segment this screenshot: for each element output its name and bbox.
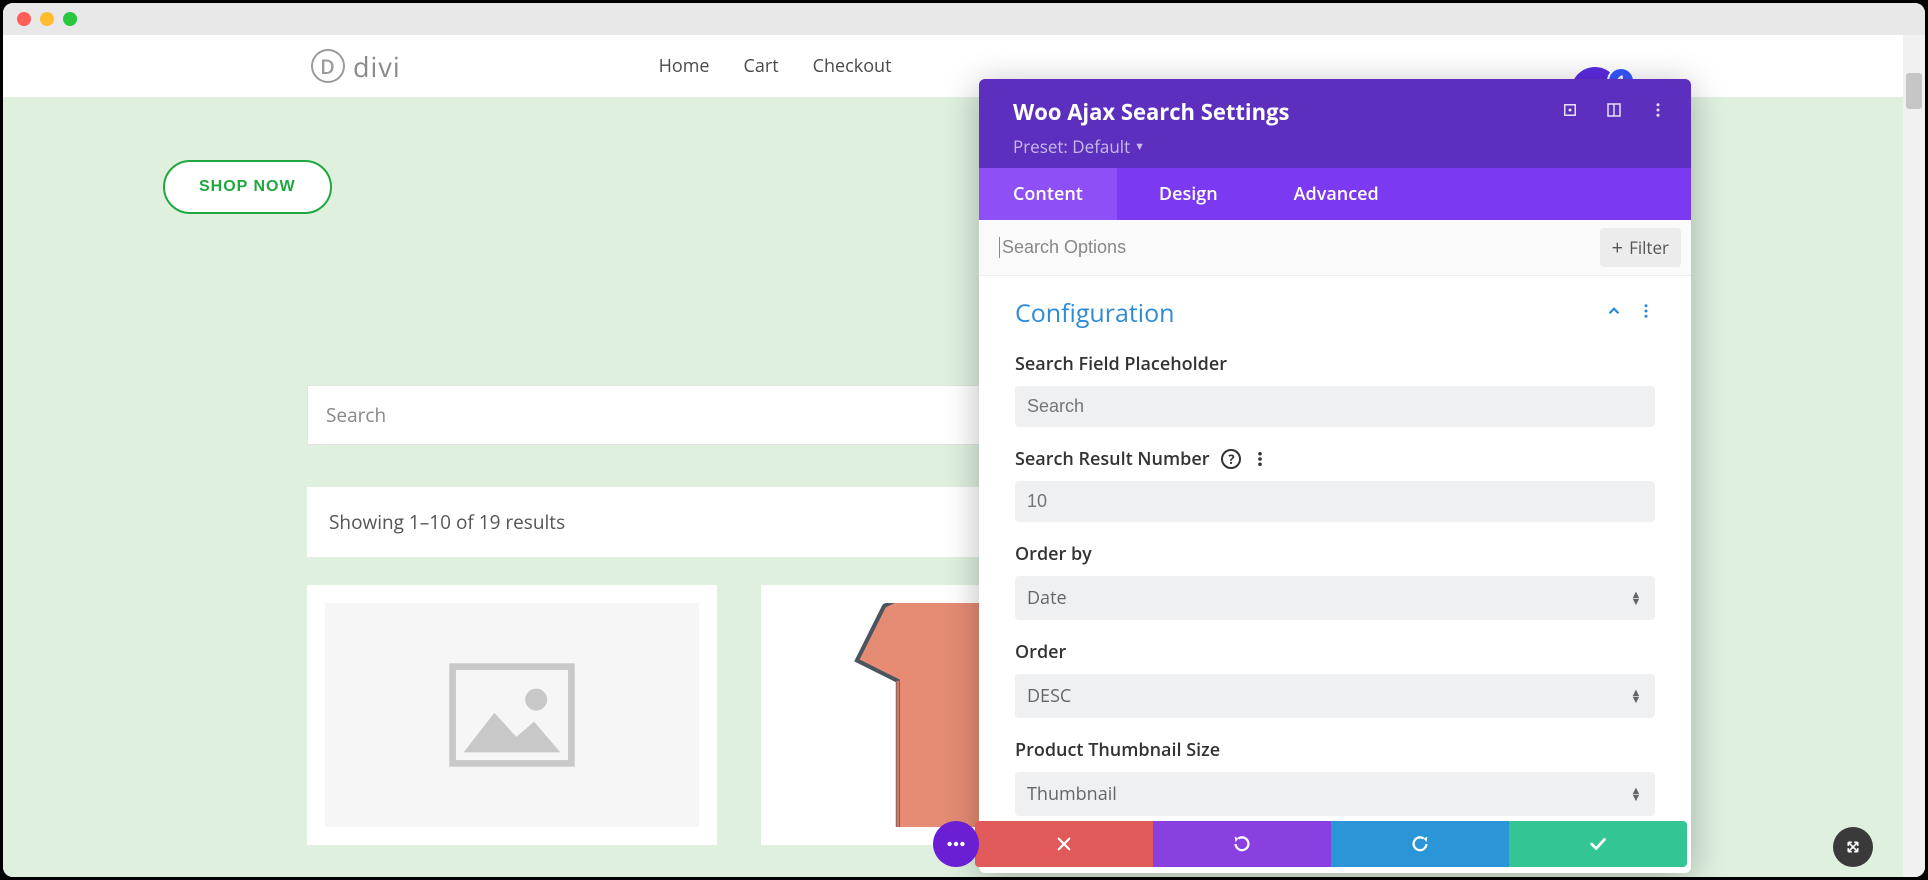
section-title-configuration[interactable]: Configuration xyxy=(1015,296,1605,330)
sort-icon: ▲▼ xyxy=(1627,787,1645,801)
panel-more-icon[interactable] xyxy=(1649,101,1667,124)
panel-title: Woo Ajax Search Settings xyxy=(1013,97,1561,127)
help-icon[interactable]: ? xyxy=(1221,449,1241,469)
discard-button[interactable] xyxy=(975,821,1153,867)
logo-text: divi xyxy=(353,48,401,85)
image-placeholder-icon xyxy=(442,660,582,770)
undo-button[interactable] xyxy=(1153,821,1331,867)
label-order: Order xyxy=(1015,640,1655,664)
section-more-icon[interactable] xyxy=(1637,302,1655,325)
minimize-window-icon[interactable] xyxy=(40,12,54,26)
collapse-section-icon[interactable] xyxy=(1605,302,1623,325)
field-more-icon[interactable] xyxy=(1251,450,1269,468)
logo-mark-icon: D xyxy=(311,49,345,83)
resize-handle-icon[interactable] xyxy=(1833,827,1873,867)
panel-header: Woo Ajax Search Settings xyxy=(979,79,1691,168)
site-logo[interactable]: D divi xyxy=(311,48,401,85)
panel-tabs: Content Design Advanced xyxy=(979,168,1691,220)
chevron-down-icon: ▼ xyxy=(1134,139,1145,154)
label-result-number: Search Result Number ? xyxy=(1015,447,1655,471)
sort-icon: ▲▼ xyxy=(1627,689,1645,703)
tab-advanced[interactable]: Advanced xyxy=(1260,168,1413,220)
plus-icon: + xyxy=(1612,240,1623,256)
input-search-placeholder[interactable] xyxy=(1015,386,1655,427)
sort-icon: ▲▼ xyxy=(1627,591,1645,605)
nav-cart[interactable]: Cart xyxy=(744,54,779,78)
builder-action-bar xyxy=(975,821,1687,867)
select-thumb-size[interactable]: Thumbnail xyxy=(1015,772,1655,816)
product-placeholder-image xyxy=(325,603,699,827)
product-card[interactable] xyxy=(307,585,717,845)
tab-content[interactable]: Content xyxy=(979,168,1117,220)
expand-panel-icon[interactable] xyxy=(1561,101,1579,124)
builder-menu-button[interactable] xyxy=(933,821,979,867)
label-result-number-text: Search Result Number xyxy=(1015,447,1209,471)
tab-design[interactable]: Design xyxy=(1117,168,1260,220)
label-search-placeholder: Search Field Placeholder xyxy=(1015,352,1655,376)
preset-label: Preset: Default xyxy=(1013,135,1130,158)
redo-button[interactable] xyxy=(1331,821,1509,867)
filter-button[interactable]: + Filter xyxy=(1600,228,1681,267)
shop-now-button[interactable]: SHOP NOW xyxy=(163,160,332,214)
page-scrollbar[interactable] xyxy=(1903,35,1925,877)
preset-selector[interactable]: Preset: Default ▼ xyxy=(1013,135,1667,158)
panel-search-row: + Filter xyxy=(979,220,1691,276)
filter-label: Filter xyxy=(1629,236,1669,259)
scrollbar-thumb[interactable] xyxy=(1906,73,1922,109)
input-result-number[interactable] xyxy=(1015,481,1655,522)
primary-nav: Home Cart Checkout xyxy=(659,54,892,78)
options-search-input[interactable] xyxy=(999,237,1600,258)
settings-panel: Woo Ajax Search Settings xyxy=(979,79,1691,873)
select-order[interactable]: DESC xyxy=(1015,674,1655,718)
select-order-by[interactable]: Date xyxy=(1015,576,1655,620)
window-titlebar xyxy=(3,3,1925,35)
close-window-icon[interactable] xyxy=(17,12,31,26)
page-canvas: D divi Home Cart Checkout SHOP NOW Searc… xyxy=(3,35,1903,877)
nav-home[interactable]: Home xyxy=(659,54,710,78)
snap-panel-icon[interactable] xyxy=(1605,101,1623,124)
save-button[interactable] xyxy=(1509,821,1687,867)
label-order-by: Order by xyxy=(1015,542,1655,566)
maximize-window-icon[interactable] xyxy=(63,12,77,26)
nav-checkout[interactable]: Checkout xyxy=(813,54,892,78)
label-thumb-size: Product Thumbnail Size xyxy=(1015,738,1655,762)
